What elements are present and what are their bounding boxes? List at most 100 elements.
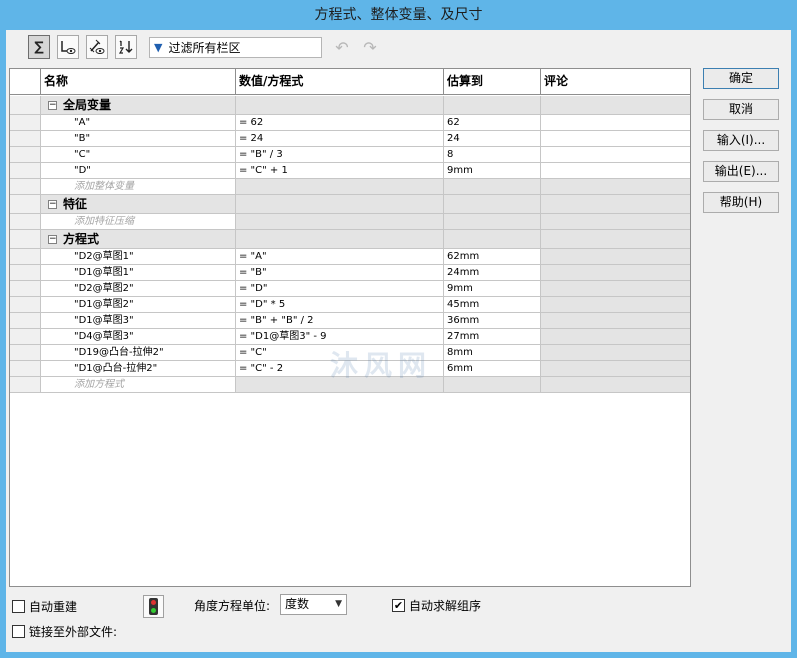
comment-cell[interactable] [541, 163, 690, 178]
row-header [10, 179, 41, 194]
value-cell[interactable]: = "D1@草图3" - 9 [236, 329, 444, 344]
dimension-view-button[interactable] [86, 35, 108, 59]
name-cell[interactable]: "D1@草图1" [41, 265, 236, 280]
row-header [10, 329, 41, 344]
cancel-button[interactable]: 取消 [703, 99, 779, 120]
add-global-variable-row[interactable]: 添加整体变量 [10, 179, 690, 195]
value-cell[interactable]: = "D" [236, 281, 444, 296]
row-header [10, 249, 41, 264]
evaluates-cell: 62mm [444, 249, 541, 264]
row-header [10, 281, 41, 296]
add-feature-suppression-cell[interactable]: 添加特征压缩 [41, 214, 236, 229]
evaluates-cell: 8 [444, 147, 541, 162]
name-cell[interactable]: "D2@草图2" [41, 281, 236, 296]
angle-units-value: 度数 [285, 597, 310, 611]
comment-cell[interactable] [541, 115, 690, 130]
redo-button[interactable]: ↷ [359, 37, 381, 58]
ok-button[interactable]: 确定 [703, 68, 779, 89]
name-cell[interactable]: "D19@凸台-拉伸2" [41, 345, 236, 360]
row-header [10, 131, 41, 146]
collapse-icon[interactable]: − [48, 101, 57, 110]
value-cell[interactable]: = 62 [236, 115, 444, 130]
auto-solve-checkbox[interactable]: ✔ [392, 599, 405, 612]
filter-input[interactable]: ▼ 过滤所有栏区 [149, 37, 322, 58]
evaluates-cell: 36mm [444, 313, 541, 328]
sort-order-icon [118, 40, 133, 54]
traffic-light-icon [149, 598, 158, 615]
name-cell[interactable]: "D1@草图2" [41, 297, 236, 312]
value-cell[interactable]: = "B" + "B" / 2 [236, 313, 444, 328]
comment-cell[interactable] [541, 281, 690, 296]
table-row[interactable]: "D2@草图1" = "A" 62mm [10, 249, 690, 265]
comment-cell[interactable] [541, 265, 690, 280]
row-header [10, 147, 41, 162]
value-cell[interactable]: = "C" + 1 [236, 163, 444, 178]
column-header-value[interactable]: 数值/方程式 [236, 69, 444, 95]
add-feature-suppression-row[interactable]: 添加特征压缩 [10, 214, 690, 230]
equation-view-button[interactable]: ∑ [28, 35, 50, 59]
link-external-checkbox[interactable] [12, 625, 25, 638]
collapse-icon[interactable]: − [48, 200, 57, 209]
name-cell[interactable]: "D2@草图1" [41, 249, 236, 264]
section-title: 方程式 [63, 232, 100, 246]
angle-units-label: 角度方程单位: [194, 599, 271, 613]
evaluates-cell: 45mm [444, 297, 541, 312]
column-header-name[interactable]: 名称 [41, 69, 236, 95]
name-cell[interactable]: "A" [41, 115, 236, 130]
row-header [10, 195, 41, 213]
auto-rebuild-option[interactable]: 自动重建 [12, 598, 77, 615]
table-row[interactable]: "A" = 62 62 [10, 115, 690, 131]
comment-cell[interactable] [541, 329, 690, 344]
section-equations[interactable]: − 方程式 [10, 230, 690, 249]
table-row[interactable]: "D1@草图3" = "B" + "B" / 2 36mm [10, 313, 690, 329]
value-cell[interactable]: = "D" * 5 [236, 297, 444, 312]
link-external-label: 链接至外部文件: [29, 625, 118, 639]
name-cell[interactable]: "D4@草图3" [41, 329, 236, 344]
column-header-evaluates[interactable]: 估算到 [444, 69, 541, 95]
table-row[interactable]: "D4@草图3" = "D1@草图3" - 9 27mm [10, 329, 690, 345]
ordered-view-button[interactable] [115, 35, 137, 59]
import-button[interactable]: 输入(I)... [703, 130, 779, 151]
section-title: 全局变量 [63, 98, 112, 112]
value-cell[interactable]: = "B" / 3 [236, 147, 444, 162]
auto-solve-label: 自动求解组序 [409, 599, 482, 613]
table-row[interactable]: "D1@草图1" = "B" 24mm [10, 265, 690, 281]
angle-units-select[interactable]: 度数 ▼ [280, 594, 347, 615]
name-cell[interactable]: "D1@凸台-拉伸2" [41, 361, 236, 376]
table-row[interactable]: "D1@草图2" = "D" * 5 45mm [10, 297, 690, 313]
sketch-equation-view-button[interactable] [57, 35, 79, 59]
table-row[interactable]: "C" = "B" / 3 8 [10, 147, 690, 163]
name-cell[interactable]: "C" [41, 147, 236, 162]
comment-cell[interactable] [541, 313, 690, 328]
add-equation-cell[interactable]: 添加方程式 [41, 377, 236, 392]
name-cell[interactable]: "B" [41, 131, 236, 146]
collapse-icon[interactable]: − [48, 235, 57, 244]
auto-solve-option[interactable]: ✔ 自动求解组序 [392, 597, 481, 614]
value-cell[interactable]: = 24 [236, 131, 444, 146]
comment-cell[interactable] [541, 131, 690, 146]
add-global-variable-cell[interactable]: 添加整体变量 [41, 179, 236, 194]
export-button[interactable]: 输出(E)... [703, 161, 779, 182]
traffic-light-button[interactable] [143, 595, 164, 618]
equations-grid: 名称 数值/方程式 估算到 评论 − 全局变量 "A" = 62 62 "B" … [9, 68, 691, 587]
comment-cell[interactable] [541, 361, 690, 376]
comment-cell[interactable] [541, 297, 690, 312]
undo-button[interactable]: ↶ [331, 37, 353, 58]
value-cell[interactable]: = "B" [236, 265, 444, 280]
help-button[interactable]: 帮助(H) [703, 192, 779, 213]
table-row[interactable]: "B" = 24 24 [10, 131, 690, 147]
name-cell[interactable]: "D" [41, 163, 236, 178]
table-row[interactable]: "D2@草图2" = "D" 9mm [10, 281, 690, 297]
value-cell[interactable]: = "A" [236, 249, 444, 264]
auto-rebuild-checkbox[interactable] [12, 600, 25, 613]
section-features[interactable]: − 特征 [10, 195, 690, 214]
column-header-comment[interactable]: 评论 [541, 69, 690, 95]
name-cell[interactable]: "D1@草图3" [41, 313, 236, 328]
table-row[interactable]: "D" = "C" + 1 9mm [10, 163, 690, 179]
comment-cell[interactable] [541, 249, 690, 264]
comment-cell[interactable] [541, 345, 690, 360]
row-header [10, 214, 41, 229]
link-external-option[interactable]: 链接至外部文件: [12, 623, 117, 640]
comment-cell[interactable] [541, 147, 690, 162]
section-global-variables[interactable]: − 全局变量 [10, 96, 690, 115]
